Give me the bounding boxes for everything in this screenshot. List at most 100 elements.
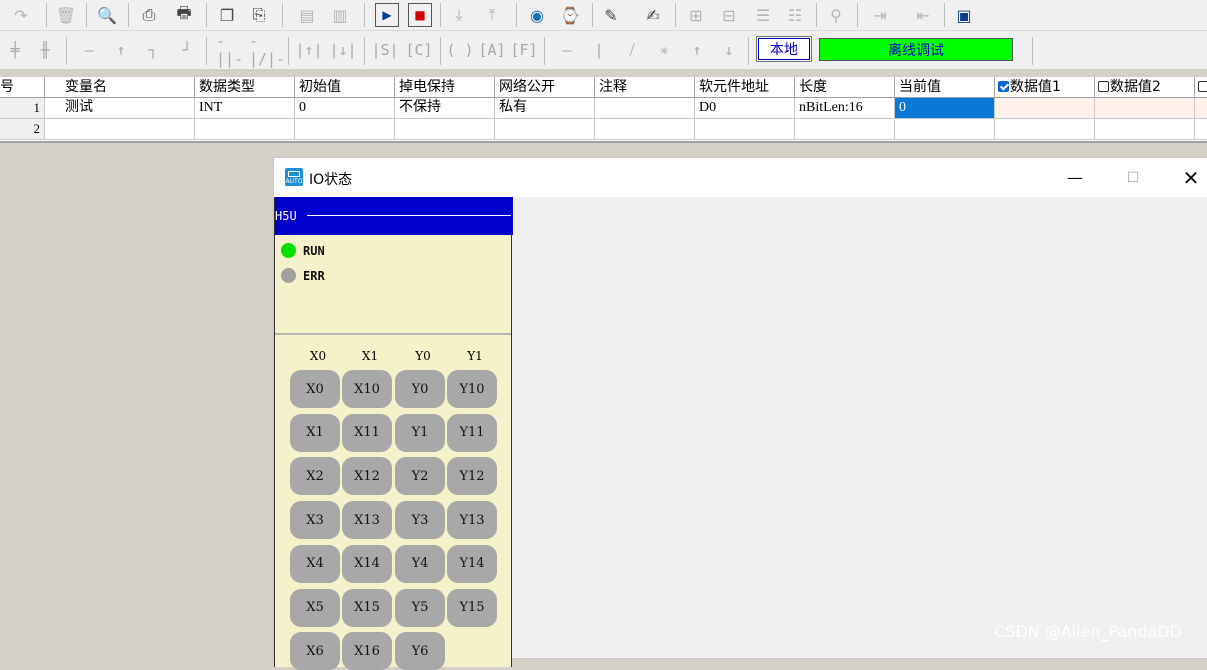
io-point-button[interactable]: Y15 xyxy=(447,588,497,627)
print-icon[interactable]: 🖶 xyxy=(171,2,197,28)
io-point-button[interactable]: Y2 xyxy=(395,457,445,496)
cell-retain[interactable]: 不保持 xyxy=(395,98,495,119)
io-point-button[interactable]: X12 xyxy=(342,457,392,496)
value1-checkbox[interactable] xyxy=(998,81,1009,92)
col-header-network[interactable]: 网络公开 xyxy=(495,77,595,98)
table-row[interactable]: 1 测试 INT 0 不保持 私有 D0 nBitLen:16 0 xyxy=(0,98,1207,119)
login-icon[interactable]: ⇥ xyxy=(867,2,893,28)
io-point-button[interactable]: X0 xyxy=(290,370,340,408)
io-point-button[interactable]: X13 xyxy=(342,501,392,540)
compare2-icon[interactable]: ⊟ xyxy=(716,2,742,28)
delete-icon[interactable]: 🗑 xyxy=(53,2,79,28)
download-file-icon[interactable]: ▤ xyxy=(294,2,320,28)
redo-icon[interactable]: ↷ xyxy=(8,2,34,28)
function-block-icon[interactable]: [A] xyxy=(476,39,508,61)
local-mode-button[interactable]: 本地 xyxy=(756,36,812,62)
panel-icon[interactable]: ▣ xyxy=(951,2,977,28)
slash-icon[interactable]: ⧸ xyxy=(616,39,648,61)
col-header-value2[interactable]: 数据值2 xyxy=(1095,77,1195,98)
cell-init[interactable]: 0 xyxy=(295,98,395,119)
upload-icon[interactable]: ⤒ xyxy=(479,2,505,28)
cell-length[interactable] xyxy=(795,119,895,140)
stop-icon[interactable]: ■ xyxy=(408,3,432,27)
hline2-icon[interactable]: — xyxy=(550,39,584,61)
cell-network[interactable]: 私有 xyxy=(495,98,595,119)
edit-icon[interactable]: ✍ xyxy=(640,2,666,28)
col-header-length[interactable]: 长度 xyxy=(795,77,895,98)
io-point-button[interactable]: Y1 xyxy=(395,413,445,452)
ladder-branch-icon[interactable]: ╪ xyxy=(0,39,30,61)
logout-icon[interactable]: ⇤ xyxy=(910,2,936,28)
io-point-button[interactable]: Y6 xyxy=(395,632,445,670)
cell-length[interactable]: nBitLen:16 xyxy=(795,98,895,119)
timing-icon[interactable]: ⌚ xyxy=(557,2,583,28)
io-point-button[interactable]: Y10 xyxy=(447,370,497,408)
col-header-comment[interactable]: 注释 xyxy=(595,77,695,98)
run-icon[interactable]: ▶ xyxy=(375,3,399,27)
window-icon[interactable]: ❐ xyxy=(214,2,240,28)
io-point-button[interactable]: Y13 xyxy=(447,501,497,540)
close-icon[interactable]: ✕ xyxy=(1162,158,1207,197)
col-header-address[interactable]: 软元件地址 xyxy=(695,77,795,98)
col-header-init[interactable]: 初始值 xyxy=(295,77,395,98)
value2-checkbox[interactable] xyxy=(1098,81,1109,92)
export-icon[interactable]: ⎘ xyxy=(246,2,272,28)
offline-debug-button[interactable]: 离线调试 xyxy=(819,38,1013,61)
col-header-retain[interactable]: 掉电保持 xyxy=(395,77,495,98)
cell-init[interactable] xyxy=(295,119,395,140)
monitor-icon[interactable]: ◉ xyxy=(524,2,550,28)
window-titlebar[interactable]: AUTO IO状态 — ☐ ✕ xyxy=(274,158,1207,197)
value3-checkbox[interactable] xyxy=(1198,81,1207,92)
cell-network[interactable] xyxy=(495,119,595,140)
no-contact-icon[interactable]: -||- xyxy=(216,32,250,68)
cell-name[interactable] xyxy=(45,119,195,140)
cell-name[interactable]: 测试 xyxy=(45,98,195,119)
cell-comment[interactable] xyxy=(595,119,695,140)
upload-file-icon[interactable]: ▥ xyxy=(327,2,353,28)
cell-comment[interactable] xyxy=(595,98,695,119)
print-preview-icon[interactable]: ⎙ xyxy=(136,2,162,28)
cell-value2[interactable] xyxy=(1095,119,1195,140)
col-header-name[interactable]: 变量名 xyxy=(45,77,195,98)
col-header-current[interactable]: 当前值 xyxy=(895,77,995,98)
col-header-type[interactable]: 数据类型 xyxy=(195,77,295,98)
col-header-value1[interactable]: 数据值1 xyxy=(995,77,1095,98)
io-point-button[interactable]: Y0 xyxy=(395,370,445,408)
io-point-button[interactable]: Y11 xyxy=(447,413,497,452)
io-point-button[interactable]: X6 xyxy=(290,632,340,670)
cell-retain[interactable] xyxy=(395,119,495,140)
download-icon[interactable]: ⤓ xyxy=(446,2,472,28)
cell-address[interactable]: D0 xyxy=(695,98,795,119)
cross-icon[interactable]: ✳ xyxy=(648,39,680,61)
io-point-button[interactable]: X10 xyxy=(342,370,392,408)
io-point-button[interactable]: Y3 xyxy=(395,501,445,540)
io-point-button[interactable]: Y14 xyxy=(447,544,497,583)
cell-type[interactable] xyxy=(195,119,295,140)
cell-value1[interactable] xyxy=(995,119,1095,140)
minimize-icon[interactable]: — xyxy=(1046,158,1104,197)
hline-icon[interactable]: — xyxy=(74,39,104,61)
cell-current[interactable] xyxy=(895,119,995,140)
col-header-value3[interactable] xyxy=(1195,77,1207,98)
io-point-button[interactable]: Y4 xyxy=(395,544,445,583)
cell-value2[interactable] xyxy=(1095,98,1195,119)
test-icon[interactable]: ⚲ xyxy=(823,2,849,28)
cell-address[interactable] xyxy=(695,119,795,140)
io-point-button[interactable]: X3 xyxy=(290,501,340,540)
vline-icon[interactable]: | xyxy=(584,39,614,61)
function-icon[interactable]: [F] xyxy=(508,39,540,61)
cell-type[interactable]: INT xyxy=(195,98,295,119)
io-point-button[interactable]: X5 xyxy=(290,588,340,627)
table-row[interactable]: 2 xyxy=(0,119,1207,140)
cell-value3[interactable] xyxy=(1195,98,1207,119)
maximize-icon[interactable]: ☐ xyxy=(1104,158,1162,197)
edit-run-icon[interactable]: ✎ xyxy=(598,2,624,28)
rising-contact-icon[interactable]: |↑| xyxy=(292,39,326,61)
cell-value1[interactable] xyxy=(995,98,1095,119)
align-icon[interactable]: ☰ xyxy=(750,2,776,28)
io-point-button[interactable]: X2 xyxy=(290,457,340,496)
arrow-up-icon[interactable]: ↑ xyxy=(682,39,712,61)
coil-contact-icon[interactable]: [C] xyxy=(402,39,436,61)
io-point-button[interactable]: X4 xyxy=(290,544,340,583)
falling-contact-icon[interactable]: |↓| xyxy=(326,39,360,61)
